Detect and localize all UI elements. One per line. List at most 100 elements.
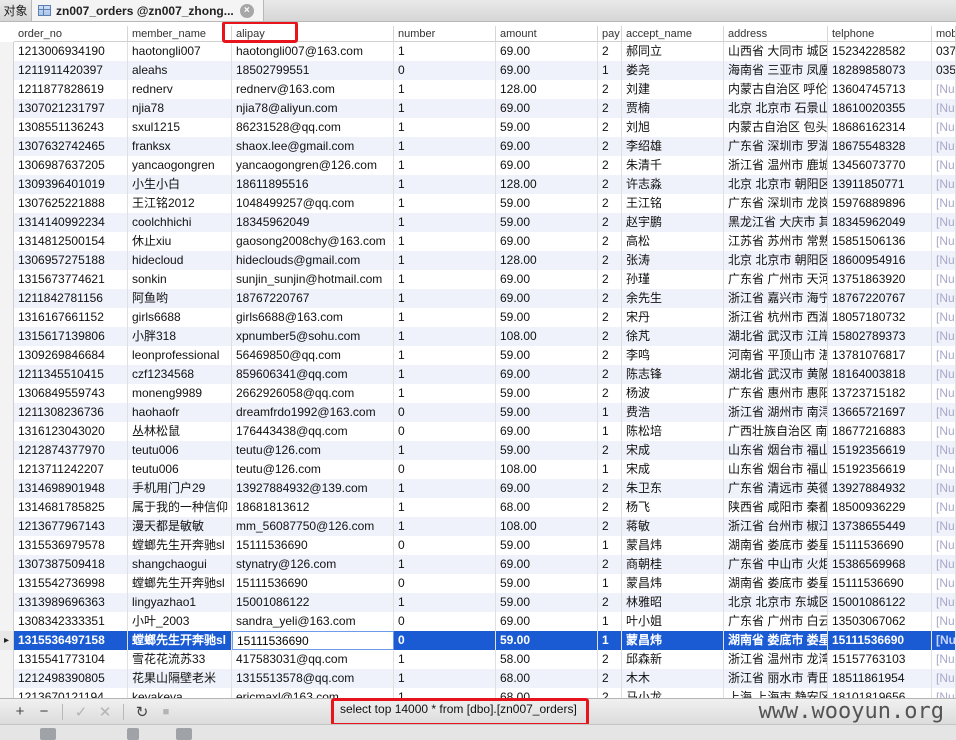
- cell-amount[interactable]: 69.00: [496, 137, 598, 156]
- cell-mobile[interactable]: [Nu: [932, 593, 956, 612]
- cell-mobile[interactable]: [Nu: [932, 156, 956, 175]
- cell-order-no[interactable]: 131567377462​1: [14, 270, 128, 289]
- cell-accept-name[interactable]: 刘建: [622, 80, 724, 99]
- row-marker[interactable]: [0, 137, 14, 156]
- cell-pay[interactable]: 1: [598, 460, 622, 479]
- cell-accept-name[interactable]: 宋成: [622, 460, 724, 479]
- cell-pay[interactable]: 2: [598, 42, 622, 61]
- cell-amount[interactable]: 69.00: [496, 422, 598, 441]
- column-header-mobile[interactable]: mob: [932, 26, 956, 42]
- cell-order-no[interactable]: 131553697957​8: [14, 536, 128, 555]
- cell-address[interactable]: 浙江省 温州市 龙湾: [724, 650, 828, 669]
- cell-amount[interactable]: 68.00: [496, 498, 598, 517]
- row-marker[interactable]: [0, 555, 14, 574]
- cell-alipay[interactable]: njia78@aliyun.com: [232, 99, 394, 118]
- cell-amount[interactable]: 69.00: [496, 612, 598, 631]
- column-header-telphone[interactable]: telphone: [828, 26, 932, 42]
- cell-amount[interactable]: 108.00: [496, 517, 598, 536]
- table-row[interactable]: 131468178582​5 属于我的一种信仰 18681813612 1 68.00 2…: [0, 498, 956, 517]
- row-marker[interactable]: [0, 422, 14, 441]
- cell-number[interactable]: 1: [394, 118, 496, 137]
- cell-order-no[interactable]: 131468178582​5: [14, 498, 128, 517]
- cell-alipay[interactable]: sunjin_sunjin@hotmail.com: [232, 270, 394, 289]
- cell-address[interactable]: 湖南省 娄底市 娄星: [724, 574, 828, 593]
- cell-alipay[interactable]: 15001086122: [232, 593, 394, 612]
- cell-amount[interactable]: 68.00: [496, 669, 598, 688]
- cell-order-no[interactable]: 131554177310​4: [14, 650, 128, 669]
- cell-address[interactable]: 北京 北京市 朝阳区: [724, 251, 828, 270]
- cell-member-name[interactable]: aleahs: [128, 61, 232, 80]
- cell-address[interactable]: 湖南省 娄底市 娄星: [724, 536, 828, 555]
- cell-telphone[interactable]: 15851506136: [828, 232, 932, 251]
- cell-accept-name[interactable]: 赵宇鹏: [622, 213, 724, 232]
- cell-telphone[interactable]: 18101819656: [828, 688, 932, 698]
- table-row[interactable]: 131414099223​4 coolchhichi 18345962049 1 59.…: [0, 213, 956, 232]
- cell-alipay[interactable]: xpnumber5@sohu.com: [232, 327, 394, 346]
- cell-order-no[interactable]: 121184278115​6: [14, 289, 128, 308]
- cell-order-no[interactable]: 131398969636​3: [14, 593, 128, 612]
- cell-number[interactable]: 1: [394, 688, 496, 698]
- column-header-address[interactable]: address: [724, 26, 828, 42]
- cell-address[interactable]: 黑龙江省 大庆市 其: [724, 213, 828, 232]
- cell-accept-name[interactable]: 马小龙: [622, 688, 724, 698]
- tab-zn007-orders[interactable]: zn007_orders @zn007_zhong... ×: [32, 0, 264, 21]
- cell-address[interactable]: 陕西省 咸阳市 秦都: [724, 498, 828, 517]
- cell-telphone[interactable]: 18675548328: [828, 137, 932, 156]
- close-tab-icon[interactable]: ×: [239, 3, 254, 18]
- cell-address[interactable]: 湖北省 武汉市 江岸: [724, 327, 828, 346]
- cell-alipay[interactable]: dreamfrdo1992@163.com: [232, 403, 394, 422]
- cell-alipay[interactable]: 56469850@qq.com: [232, 346, 394, 365]
- row-marker[interactable]: [0, 61, 14, 80]
- cell-member-name[interactable]: 丛林松鼠: [128, 422, 232, 441]
- cell-pay[interactable]: 2: [598, 232, 622, 251]
- cell-mobile[interactable]: [Nu: [932, 574, 956, 593]
- cell-amount[interactable]: 59.00: [496, 308, 598, 327]
- cell-member-name[interactable]: haotongli007: [128, 42, 232, 61]
- table-row[interactable]: 121249839080​5 花果山隔壁老米 1315513578@qq.com 1 6…: [0, 669, 956, 688]
- cell-mobile[interactable]: [Nu: [932, 460, 956, 479]
- cell-alipay[interactable]: gaosong2008chy@163.com: [232, 232, 394, 251]
- cell-number[interactable]: 1: [394, 593, 496, 612]
- cell-alipay[interactable]: 1048499257@qq.com: [232, 194, 394, 213]
- cell-amount[interactable]: 69.00: [496, 61, 598, 80]
- cell-pay[interactable]: 1: [598, 631, 622, 650]
- cell-number[interactable]: 0: [394, 536, 496, 555]
- cell-telphone[interactable]: 13456073770: [828, 156, 932, 175]
- cell-member-name[interactable]: 螳螂先生开奔驰sl: [128, 574, 232, 593]
- cell-member-name[interactable]: 属于我的一种信仰: [128, 498, 232, 517]
- cell-order-no[interactable]: 130702123179​7: [14, 99, 128, 118]
- cell-accept-name[interactable]: 孙瑾: [622, 270, 724, 289]
- cell-mobile[interactable]: [Nu: [932, 403, 956, 422]
- cell-pay[interactable]: 2: [598, 555, 622, 574]
- cell-pay[interactable]: 1: [598, 61, 622, 80]
- cell-amount[interactable]: 59.00: [496, 441, 598, 460]
- cell-number[interactable]: 0: [394, 460, 496, 479]
- row-marker[interactable]: [0, 365, 14, 384]
- cell-accept-name[interactable]: 林雅昭: [622, 593, 724, 612]
- cell-mobile[interactable]: [Nu: [932, 650, 956, 669]
- table-row[interactable]: 130695727518​8 hidecloud hideclouds@gmail.…: [0, 251, 956, 270]
- tab-objects[interactable]: 对象: [0, 0, 32, 21]
- cell-amount[interactable]: 59.00: [496, 574, 598, 593]
- cell-order-no[interactable]: 130684955974​3: [14, 384, 128, 403]
- table-row[interactable]: 130834233335​1 小叶_2003 sandra_yeli@163.com…: [0, 612, 956, 631]
- table-row[interactable]: 121287437797​0 teutu006 teutu@126.com 1 59.0…: [0, 441, 956, 460]
- cell-address[interactable]: 浙江省 丽水市 青田: [724, 669, 828, 688]
- cell-telphone[interactable]: 18289858073: [828, 61, 932, 80]
- cell-alipay[interactable]: 15111536690: [232, 574, 394, 593]
- table-row[interactable]: 130763274246​5 franksx shaox.lee@gmail.com…: [0, 137, 956, 156]
- cell-telphone[interactable]: 13738655449: [828, 517, 932, 536]
- row-marker[interactable]: [0, 384, 14, 403]
- cell-member-name[interactable]: sxul1215: [128, 118, 232, 137]
- row-marker[interactable]: [0, 308, 14, 327]
- cell-member-name[interactable]: 漫天都是敏敏: [128, 517, 232, 536]
- cell-address[interactable]: 广东省 惠州市 惠阳: [724, 384, 828, 403]
- cell-number[interactable]: 1: [394, 498, 496, 517]
- cell-telphone[interactable]: 13604745713: [828, 80, 932, 99]
- table-row[interactable]: 130738750941​8 shangchaogui stynatry@126.c…: [0, 555, 956, 574]
- cell-mobile[interactable]: [Nu: [932, 441, 956, 460]
- cell-order-no[interactable]: 121187782861​9: [14, 80, 128, 99]
- cell-alipay[interactable]: 18345962049: [232, 213, 394, 232]
- table-row[interactable]: 121184278115​6 阿鱼哟 18767220767 1 69.00 2 余先生 浙江…: [0, 289, 956, 308]
- cell-order-no[interactable]: 121191142039​7: [14, 61, 128, 80]
